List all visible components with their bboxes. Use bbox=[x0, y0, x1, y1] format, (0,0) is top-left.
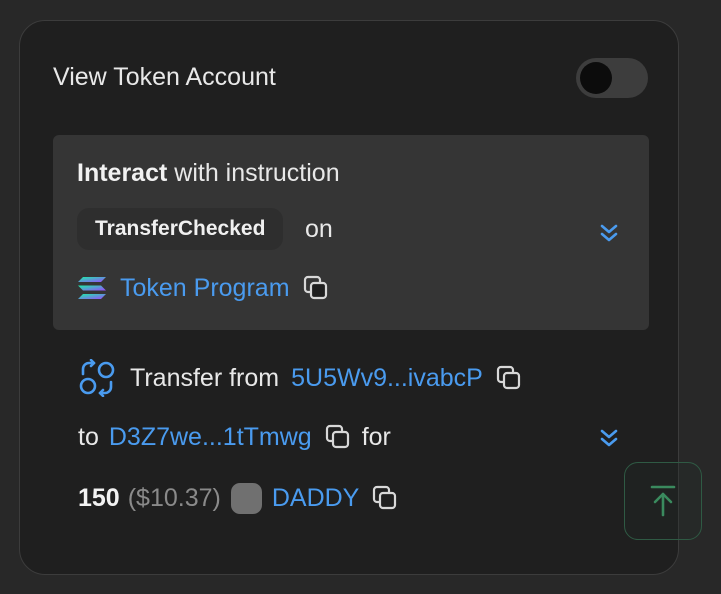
instruction-panel: Interact with instruction TransferChecke… bbox=[53, 135, 649, 330]
usd-value: ($10.37) bbox=[127, 484, 221, 512]
on-label: on bbox=[305, 215, 333, 243]
instruction-title-bold: Interact bbox=[77, 159, 168, 187]
copy-icon[interactable] bbox=[324, 423, 352, 451]
transfer-row-from: Transfer from 5U5Wv9...ivabcP bbox=[78, 359, 523, 397]
transfer-from-label: Transfer from bbox=[130, 364, 280, 392]
double-chevron-down-icon[interactable] bbox=[598, 427, 620, 449]
token-logo bbox=[230, 482, 262, 514]
token-symbol-link[interactable]: DADDY bbox=[272, 482, 360, 514]
double-chevron-down-icon[interactable] bbox=[598, 222, 620, 244]
instruction-title: Interact with instruction bbox=[77, 157, 340, 189]
instruction-title-rest: with instruction bbox=[167, 159, 340, 187]
for-label: for bbox=[361, 423, 391, 451]
view-token-account-label: View Token Account bbox=[53, 63, 276, 91]
to-address-link[interactable]: D3Z7we...1tTmwg bbox=[109, 421, 312, 453]
transfer-row-amount: 150 ($10.37) DADDY bbox=[78, 480, 399, 516]
token-account-card: View Token Account Interact with instruc… bbox=[19, 20, 679, 575]
instruction-name-chip[interactable]: TransferChecked bbox=[77, 208, 284, 250]
from-address-link[interactable]: 5U5Wv9...ivabcP bbox=[291, 362, 483, 394]
copy-icon[interactable] bbox=[302, 274, 330, 302]
scroll-to-top-button[interactable] bbox=[624, 462, 702, 540]
transfer-row-to: to D3Z7we...1tTmwg for bbox=[78, 419, 391, 455]
solana-icon bbox=[78, 277, 106, 299]
transfer-amount: 150 bbox=[78, 484, 120, 512]
transfer-arrows-icon bbox=[79, 359, 115, 397]
arrow-up-to-line-icon bbox=[650, 485, 676, 517]
copy-icon[interactable] bbox=[495, 364, 523, 392]
copy-icon[interactable] bbox=[371, 484, 399, 512]
program-row: Token Program bbox=[77, 271, 330, 305]
to-label: to bbox=[78, 423, 99, 451]
toggle-knob bbox=[580, 62, 612, 94]
token-program-link[interactable]: Token Program bbox=[120, 272, 290, 304]
view-token-account-toggle[interactable] bbox=[576, 58, 648, 98]
